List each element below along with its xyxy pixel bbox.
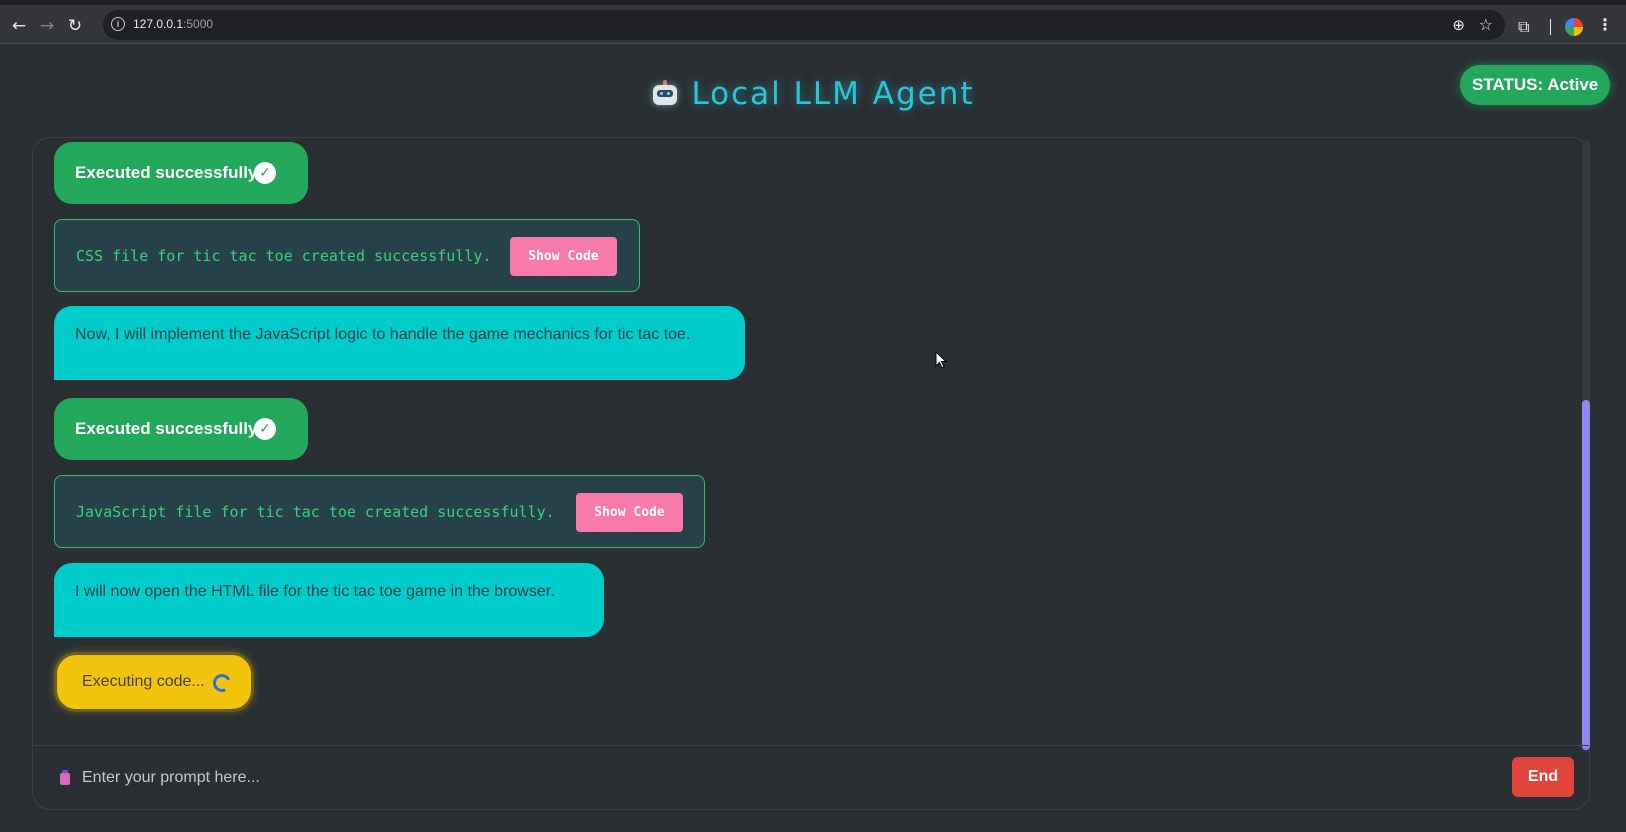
success-message: Executed successfully. ✓ bbox=[54, 398, 308, 460]
agent-message: I will now open the HTML file for the ti… bbox=[54, 563, 604, 637]
check-icon: ✓ bbox=[254, 162, 276, 184]
profile-avatar[interactable] bbox=[1565, 18, 1583, 36]
message-text: I will now open the HTML file for the ti… bbox=[75, 583, 555, 600]
message-text: CSS file for tic tac toe created success… bbox=[76, 247, 492, 265]
message-text: Executing code... bbox=[82, 673, 205, 690]
toolbar-divider bbox=[1550, 19, 1551, 35]
spinner-icon bbox=[210, 671, 234, 695]
success-message: Executed successfully. ✓ bbox=[54, 142, 308, 204]
back-icon[interactable]: ← bbox=[6, 13, 32, 39]
page-title: Local LLM Agent bbox=[691, 76, 975, 112]
scrollbar-thumb[interactable] bbox=[1582, 400, 1590, 750]
end-button[interactable]: End bbox=[1512, 757, 1574, 797]
bookmark-star-icon[interactable]: ☆ bbox=[1479, 15, 1493, 34]
show-code-button[interactable]: Show Code bbox=[510, 237, 617, 276]
site-info-icon[interactable]: i bbox=[111, 17, 125, 31]
extensions-icon[interactable]: ⧉ bbox=[1518, 17, 1529, 37]
agent-message: Now, I will implement the JavaScript log… bbox=[54, 306, 745, 380]
check-icon: ✓ bbox=[254, 418, 276, 440]
status-badge: STATUS: Active bbox=[1460, 65, 1611, 105]
zoom-icon[interactable]: ⊕ bbox=[1452, 16, 1465, 34]
mouse-cursor-icon bbox=[935, 351, 948, 369]
file-created-message: CSS file for tic tac toe created success… bbox=[54, 219, 640, 292]
message-text: Executed successfully. bbox=[75, 419, 261, 438]
executing-message: Executing code... bbox=[54, 652, 254, 712]
robot-icon bbox=[651, 80, 679, 108]
browser-toolbar: ← → ↻ i 127.0.0.1:5000 ⊕ ☆ ⧉ ⋮ bbox=[0, 0, 1626, 44]
forward-icon[interactable]: → bbox=[34, 13, 60, 39]
message-text: JavaScript file for tic tac toe created … bbox=[76, 503, 555, 521]
message-text: Now, I will implement the JavaScript log… bbox=[75, 326, 691, 343]
message-text: Executed successfully. bbox=[75, 163, 261, 182]
app-header: Local LLM Agent bbox=[0, 64, 1626, 124]
url-text[interactable]: 127.0.0.1:5000 bbox=[133, 17, 213, 31]
show-code-button[interactable]: Show Code bbox=[576, 493, 683, 532]
prompt-input[interactable] bbox=[80, 762, 1384, 794]
input-divider bbox=[33, 745, 1589, 746]
prompt-icon bbox=[58, 770, 72, 786]
menu-icon[interactable]: ⋮ bbox=[1597, 15, 1613, 34]
file-created-message: JavaScript file for tic tac toe created … bbox=[54, 475, 705, 548]
reload-icon[interactable]: ↻ bbox=[62, 13, 88, 39]
address-bar[interactable]: i 127.0.0.1:5000 ⊕ ☆ bbox=[103, 10, 1505, 40]
